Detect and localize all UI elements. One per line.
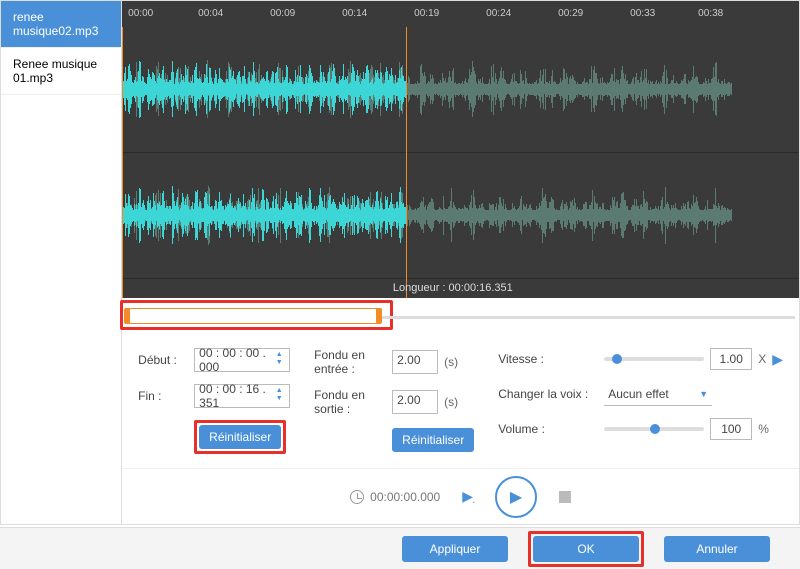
- end-time-input[interactable]: 00 : 00 : 16 . 351 ▲▼: [194, 384, 290, 408]
- selection-handle-end[interactable]: [376, 308, 382, 324]
- highlight-annotation: Réinitialiser: [194, 420, 286, 454]
- reset-time-button[interactable]: Réinitialiser: [199, 425, 281, 449]
- tick-label: 00:38: [698, 8, 723, 19]
- tick-label: 00:24: [486, 8, 511, 19]
- fadein-input[interactable]: 2.00: [392, 350, 438, 374]
- end-time-spinner[interactable]: ▲▼: [273, 388, 285, 404]
- volume-label: Volume :: [498, 422, 598, 436]
- end-label: Fin :: [138, 389, 188, 403]
- speed-label: Vitesse :: [498, 352, 598, 366]
- main-panel: 00:00 00:04 00:09 00:14 00:19 00:24 00:2…: [122, 1, 799, 524]
- fadeout-input[interactable]: 2.00: [392, 390, 438, 414]
- clock-icon: [350, 490, 364, 504]
- file-item[interactable]: renee musique02.mp3: [1, 1, 121, 48]
- selection-start-cursor[interactable]: [122, 27, 123, 298]
- selection-bar[interactable]: [122, 298, 799, 334]
- fadein-label: Fondu en entrée :: [314, 348, 386, 376]
- skip-icon[interactable]: ▶.: [462, 488, 473, 505]
- slider-thumb[interactable]: [612, 354, 622, 364]
- fadeout-label: Fondu en sortie :: [314, 388, 386, 416]
- ok-button[interactable]: OK: [533, 536, 639, 562]
- chevron-down-icon[interactable]: ▼: [273, 360, 285, 368]
- apply-button[interactable]: Appliquer: [402, 536, 508, 562]
- waveform-channel-left: [122, 27, 799, 153]
- speed-unit: X: [758, 352, 766, 366]
- start-time-value: 00 : 00 : 00 . 000: [199, 346, 273, 374]
- voice-dropdown[interactable]: Aucun effet ▼: [604, 382, 712, 406]
- start-label: Début :: [138, 353, 188, 367]
- playback-time: 00:00:00.000: [370, 490, 440, 504]
- length-label: Longueur : 00:00:16.351: [393, 282, 513, 294]
- stop-button[interactable]: [559, 491, 571, 503]
- reset-fade-button[interactable]: Réinitialiser: [392, 428, 474, 452]
- seconds-unit: (s): [444, 355, 458, 369]
- playback-bar: 00:00:00.000 ▶. ▶: [122, 468, 799, 524]
- selection-handle-start[interactable]: [124, 308, 130, 324]
- start-time-spinner[interactable]: ▲▼: [273, 352, 285, 368]
- selection-end-cursor[interactable]: [406, 27, 407, 298]
- start-time-input[interactable]: 00 : 00 : 00 . 000 ▲▼: [194, 348, 290, 372]
- tick-label: 00:29: [558, 8, 583, 19]
- cancel-button[interactable]: Annuler: [664, 536, 770, 562]
- file-item[interactable]: Renee musique 01.mp3: [1, 48, 121, 95]
- waveform-area[interactable]: Longueur : 00:00:16.351: [122, 27, 799, 298]
- file-list: renee musique02.mp3 Renee musique 01.mp3: [1, 1, 122, 524]
- voice-label: Changer la voix :: [498, 387, 598, 401]
- volume-slider[interactable]: [604, 427, 704, 431]
- dialog-footer: Appliquer OK Annuler: [0, 527, 800, 569]
- volume-unit: %: [758, 422, 769, 436]
- play-button[interactable]: ▶: [495, 476, 537, 518]
- slider-thumb[interactable]: [650, 424, 660, 434]
- voice-value: Aucun effet: [608, 387, 669, 401]
- chevron-down-icon[interactable]: ▼: [273, 396, 285, 404]
- highlight-annotation: OK: [528, 531, 644, 567]
- tick-label: 00:04: [198, 8, 223, 19]
- end-time-value: 00 : 00 : 16 . 351: [199, 382, 273, 410]
- tick-label: 00:14: [342, 8, 367, 19]
- seconds-unit: (s): [444, 395, 458, 409]
- tick-label: 00:33: [630, 8, 655, 19]
- speed-slider[interactable]: [604, 357, 704, 361]
- waveform-channel-right: [122, 153, 799, 279]
- tick-label: 00:19: [414, 8, 439, 19]
- chevron-down-icon: ▼: [699, 389, 708, 399]
- controls-panel: Début : 00 : 00 : 00 . 000 ▲▼ Fin : 00 :…: [122, 334, 799, 468]
- volume-value[interactable]: 100: [710, 418, 752, 440]
- play-icon[interactable]: ▶: [772, 351, 783, 368]
- tick-label: 00:09: [270, 8, 295, 19]
- tick-label: 00:00: [128, 8, 153, 19]
- speed-value[interactable]: 1.00: [710, 348, 752, 370]
- timeline-ruler[interactable]: 00:00 00:04 00:09 00:14 00:19 00:24 00:2…: [122, 1, 799, 27]
- selection-range[interactable]: [126, 308, 380, 324]
